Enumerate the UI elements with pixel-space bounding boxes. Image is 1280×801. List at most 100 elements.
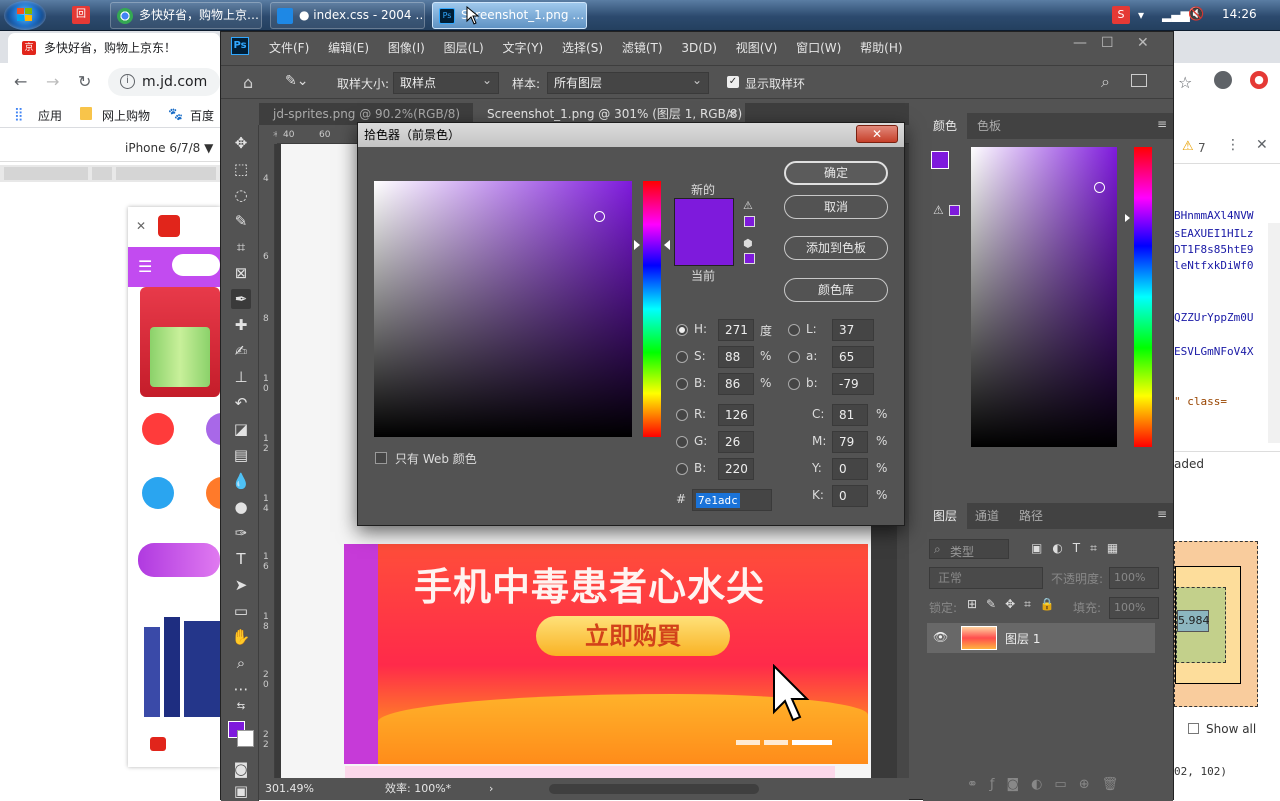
menu-file[interactable]: 文件(F) [269,41,309,55]
eraser-tool-icon[interactable]: ◪ [231,419,251,439]
show-ring-checkbox[interactable]: ✓ [727,76,739,88]
hex-input[interactable]: 7e1adc [692,489,772,511]
maximize-icon[interactable]: ☐ [1101,35,1114,51]
radio-lab-b[interactable] [788,378,800,390]
input-y[interactable]: 0 [832,458,868,480]
menu-select[interactable]: 选择(S) [562,41,603,55]
input-rgb-b[interactable]: 220 [718,458,754,480]
panel-color-marker[interactable] [1094,182,1105,193]
radio-g[interactable] [676,436,688,448]
background-color-swatch[interactable] [237,730,254,747]
apps-grid-icon[interactable]: ⣿ [14,107,24,122]
menu-icon[interactable]: ☰ [138,257,152,276]
layers-menu-icon[interactable]: ≡ [1157,507,1167,521]
search-icon[interactable]: ⌕ [1101,72,1110,92]
input-lab-b[interactable]: -79 [832,373,874,395]
box-model-content[interactable]: 5.984 [1177,610,1210,632]
gradient-tool-icon[interactable]: ▤ [231,445,251,465]
input-g[interactable]: 26 [718,431,754,453]
radio-b[interactable] [676,378,688,390]
cancel-button[interactable]: 取消 [784,195,888,219]
h-scrollbar[interactable] [549,784,759,794]
jd-supermarket-icon[interactable] [142,413,174,445]
input-a[interactable]: 65 [832,346,874,368]
forward-icon[interactable]: → [46,72,59,91]
history-brush-icon[interactable]: ↶ [231,393,251,413]
devtools-close-icon[interactable]: ✕ [1256,137,1268,153]
search-pill[interactable] [172,254,220,276]
sample-select[interactable]: 所有图层 [547,70,709,94]
panel-color-field[interactable] [971,147,1117,447]
radio-a[interactable] [788,351,800,363]
menu-filter[interactable]: 滤镜(T) [622,41,663,55]
color-marker[interactable] [594,211,605,222]
layer-row[interactable]: 👁 图层 1 [927,623,1155,653]
panel-hue-arrow-icon[interactable] [1125,214,1130,222]
zoom-level[interactable]: 301.49% [265,778,314,800]
stamp-tool-icon[interactable]: ⊥ [231,367,251,387]
input-s[interactable]: 88 [718,346,754,368]
crop-tool-icon[interactable]: ⌗ [231,237,251,257]
close-window-icon[interactable]: ✕ [1137,35,1149,51]
more-tools-icon[interactable]: ⋯ [231,679,251,699]
menu-view[interactable]: 视图(V) [736,41,778,55]
recharge-icon[interactable] [142,477,174,509]
input-m[interactable]: 79 [832,431,868,453]
screen-mode-icon[interactable]: ▣ [231,781,251,801]
home-tab-icon[interactable] [150,737,166,751]
start-button[interactable] [4,1,46,30]
tray-app-icon[interactable]: S [1112,6,1130,24]
show-all-checkbox[interactable] [1188,723,1199,734]
close-icon[interactable]: ✕ [136,219,146,233]
layer-name[interactable]: 图层 1 [1005,630,1040,647]
input-b[interactable]: 86 [718,373,754,395]
eyedropper-preset-icon[interactable]: ✎⌄ [285,73,308,89]
taskbar-app-vscode[interactable]: ● index.css - 2004 … [270,2,425,29]
blend-mode-select[interactable]: 正常 [929,567,1043,589]
quick-select-tool-icon[interactable]: ✎ [231,211,251,231]
layer-filter-select[interactable]: ⌕ 类型 [929,539,1009,559]
tab-color[interactable]: 颜色 [923,113,968,139]
current-color-swatch[interactable] [674,232,734,266]
layer-filter-icons[interactable]: ▣◐T⌗▦ [1031,541,1128,556]
visibility-eye-icon[interactable]: 👁 [933,630,948,644]
service-icon[interactable] [206,477,220,509]
eyedropper-tool-icon[interactable]: ✒ [231,289,251,309]
panel-fg-swatch[interactable] [931,151,949,169]
add-to-swatches-button[interactable]: 添加到色板 [784,236,888,260]
clock[interactable]: 14:26 [1222,7,1257,21]
input-c[interactable]: 81 [832,404,868,426]
site-info-icon[interactable]: i [120,74,135,89]
hue-arrow-left-icon[interactable] [634,240,640,250]
fill-input[interactable]: 100% [1109,597,1159,619]
hue-arrow-right-icon[interactable] [664,240,670,250]
menu-image[interactable]: 图像(I) [388,41,425,55]
profile-icon[interactable] [1214,71,1232,89]
panel-hue-slider[interactable] [1134,147,1152,447]
taskbar-app-photoshop[interactable]: Ps Screenshot_1.png … [432,2,587,29]
picker-close-button[interactable]: ✕ [856,125,898,143]
status-arrow-icon[interactable]: › [489,778,493,800]
minimize-icon[interactable]: — [1073,35,1087,51]
swap-colors-icon[interactable]: ⇆ [231,697,251,717]
bookmark-apps[interactable]: 应用 [38,107,62,124]
opacity-input[interactable]: 100% [1109,567,1159,589]
type-tool-icon[interactable]: T [231,549,251,569]
workspace-icon[interactable] [1131,74,1147,87]
tab-channels[interactable]: 通道 [965,503,1009,529]
menu-window[interactable]: 窗口(W) [796,41,841,55]
panel-menu-icon[interactable]: ≡ [1157,117,1167,131]
device-select[interactable]: iPhone 6/7/8 ▼ [125,141,213,155]
tab-layers[interactable]: 图层 [923,503,968,529]
reload-icon[interactable]: ↻ [78,72,91,91]
pen-tool-icon[interactable]: ✑ [231,523,251,543]
radio-r[interactable] [676,409,688,421]
gamut-swatch[interactable] [949,205,960,216]
web-safe-swatch[interactable] [744,253,755,264]
back-icon[interactable]: ← [14,72,27,91]
bookmark-shopping[interactable]: 网上购物 [102,107,150,124]
web-only-checkbox[interactable] [375,452,387,464]
menu-3d[interactable]: 3D(D) [681,41,716,55]
radio-s[interactable] [676,351,688,363]
input-r[interactable]: 126 [718,404,754,426]
